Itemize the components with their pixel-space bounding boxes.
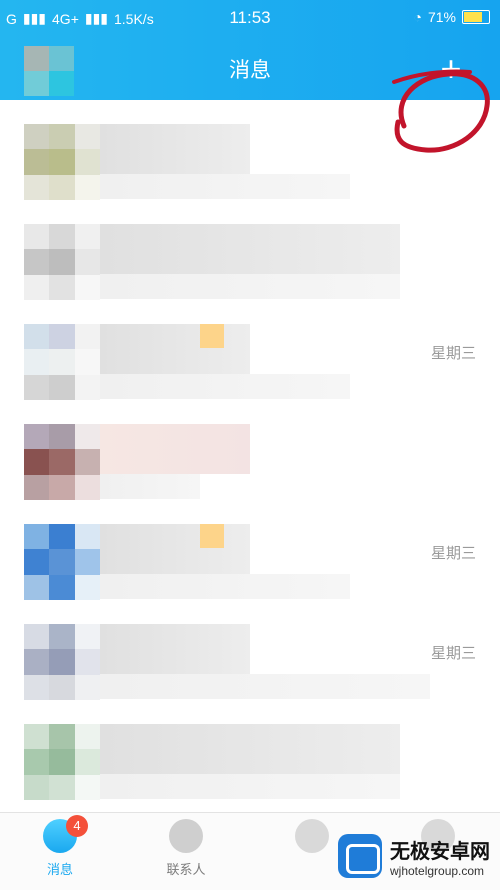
avatar (24, 724, 100, 800)
avatar (24, 424, 100, 500)
message-row[interactable]: 星期三 (0, 600, 500, 700)
message-blur-preview (100, 574, 350, 599)
tab-label: 联系人 (166, 862, 206, 877)
message-time: 星期三 (430, 545, 476, 562)
message-row[interactable]: 星期三 (0, 500, 500, 600)
message-row[interactable] (0, 700, 500, 800)
message-row[interactable] (0, 200, 500, 300)
watermark: 无极安卓网 wjhotelgroup.com (338, 834, 490, 878)
message-row[interactable] (0, 100, 500, 200)
message-blur-title (100, 424, 250, 474)
message-blur-preview (100, 274, 400, 299)
message-blur-title (100, 224, 400, 274)
message-emoji (200, 524, 224, 548)
message-blur-title (100, 324, 250, 374)
tab-contacts[interactable]: 联系人 (146, 819, 226, 887)
message-blur-title (100, 524, 250, 574)
battery-percent: 71% (427, 9, 456, 25)
watermark-title: 无极安卓网 (390, 840, 490, 863)
tab-icon (295, 819, 329, 853)
contacts-icon (169, 819, 203, 853)
message-blur-preview (100, 774, 400, 799)
message-row[interactable] (0, 400, 500, 500)
message-blur-title (100, 624, 250, 674)
message-list: 星期三 星期三 星期三 (0, 100, 500, 812)
status-bar: G ▮▮▮ 4G+ ▮▮▮ 1.5K/s 11:53 ◔ 71% (0, 0, 500, 36)
app-header: 消息 + (0, 36, 500, 153)
message-row[interactable]: 星期三 (0, 300, 500, 400)
message-blur-preview (100, 674, 430, 699)
battery-icon (462, 10, 490, 24)
message-emoji (200, 324, 224, 348)
avatar (24, 524, 100, 600)
avatar (24, 624, 100, 700)
message-blur-title (100, 724, 400, 774)
message-blur-preview (100, 374, 350, 399)
wifi-icon: ◔ (413, 9, 422, 25)
avatar (24, 324, 100, 400)
avatar (24, 124, 100, 200)
bottom-tab-bar: 4 消息 联系人 无极安卓网 wjhotelgroup.com (0, 812, 500, 890)
avatar (24, 224, 100, 300)
tab-messages[interactable]: 4 消息 (20, 815, 100, 887)
watermark-url: wjhotelgroup.com (390, 863, 485, 878)
message-blur-preview (100, 474, 200, 499)
watermark-logo-icon (338, 834, 382, 878)
message-time: 星期三 (430, 645, 476, 662)
unread-badge: 4 (66, 815, 88, 837)
message-blur-title (100, 124, 250, 174)
tab-label: 消息 (46, 862, 73, 877)
message-blur-preview (100, 174, 350, 199)
message-time: 星期三 (430, 345, 476, 362)
